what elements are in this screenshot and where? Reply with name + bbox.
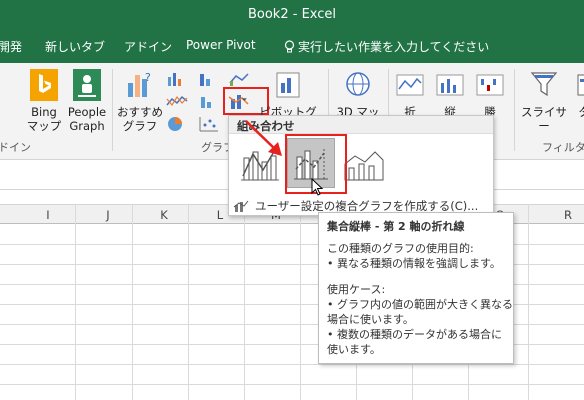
tooltip-usecase-item-cont: 使います。 <box>327 343 381 356</box>
pie-chart-icon[interactable] <box>166 115 188 133</box>
gridline <box>75 204 76 400</box>
sparkline-column-button[interactable]: 縦 <box>430 69 470 119</box>
gridline <box>300 204 301 400</box>
combo-chart-icon[interactable] <box>228 92 254 110</box>
recommended-charts-button[interactable]: ? おすすめ グラフ <box>116 69 164 133</box>
tooltip-purpose-heading: この種類のグラフの使用目的: <box>327 242 474 255</box>
custom-combo-icon <box>233 200 249 212</box>
timeline-button[interactable]: タ <box>572 69 584 119</box>
tooltip-usecase-item-cont: 場合に使います。 <box>327 313 414 326</box>
mouse-cursor-icon <box>311 178 324 196</box>
combo-chart-dropdown: 組み合わせ ユーザー設定の複合グラフを作成する(C)... <box>228 115 494 216</box>
gridline <box>528 204 529 400</box>
hierarchy-chart-icon[interactable] <box>198 71 220 87</box>
bing-maps-button[interactable]: Bing マップ <box>24 69 64 133</box>
recommended-charts-label: おすすめ グラフ <box>117 105 163 133</box>
slicer-label: スライサー <box>521 105 567 133</box>
people-graph-button[interactable]: People Graph <box>64 69 110 133</box>
tab-power-pivot[interactable]: Power Pivot <box>186 38 256 52</box>
column-header[interactable]: J <box>78 208 138 222</box>
window-title: Book2 - Excel <box>247 7 337 22</box>
lightbulb-icon <box>284 40 295 53</box>
sparkline-line-button[interactable]: 折 <box>390 69 430 119</box>
title-bar: Book2 - Excel <box>0 0 584 30</box>
tooltip-title: 集合縦棒 - 第 2 軸の折れ線 <box>327 220 465 233</box>
tab-developer[interactable]: 開発 <box>0 38 22 55</box>
separator <box>514 69 515 151</box>
column-header[interactable]: I <box>18 208 78 222</box>
dropdown-header-label: 組み合わせ <box>237 119 295 133</box>
gridline <box>244 204 245 400</box>
pivot-chart-icon <box>276 72 300 98</box>
gridline <box>0 364 584 365</box>
clustered-column-line-icon <box>241 149 279 181</box>
bing-icon <box>30 69 58 101</box>
column-chart-icon[interactable] <box>166 71 186 87</box>
scatter-chart-icon[interactable] <box>198 115 220 133</box>
recommended-charts-icon: ? <box>128 71 151 97</box>
timeline-icon <box>577 74 584 96</box>
tooltip-usecase-heading: 使用ケース: <box>327 283 386 296</box>
dropdown-header: 組み合わせ <box>229 116 493 134</box>
tooltip-purpose-item: • 異なる種類の情報を強調します。 <box>327 257 501 270</box>
globe-icon <box>346 72 370 96</box>
tell-me-text: 実行したい作業を入力してください <box>298 40 490 54</box>
waterfall-chart-icon[interactable] <box>228 71 252 87</box>
gridline <box>132 204 133 400</box>
ribbon-tabs: 開発 新しいタブ アドイン Power Pivot 実行したい作業を入力してくだ… <box>0 30 584 63</box>
timeline-label: タ <box>572 105 584 119</box>
separator <box>112 69 113 151</box>
create-custom-combo-label: ユーザー設定の複合グラフを作成する(C)... <box>255 199 479 213</box>
group-label-filter: フィルター <box>542 141 584 154</box>
tell-me-box[interactable]: 実行したい作業を入力してください <box>284 38 489 55</box>
column-header[interactable]: K <box>134 208 194 222</box>
slicer-button[interactable]: スライサー <box>516 69 572 133</box>
slicer-icon <box>530 72 558 97</box>
bing-maps-label: Bing マップ <box>26 105 62 133</box>
gridline <box>188 204 189 400</box>
tooltip-usecase-item: • 複数の種類のデータがある場合に <box>327 328 502 341</box>
3d-map-button[interactable]: 3D マッ <box>332 69 384 119</box>
sparkline-winloss-icon <box>476 74 504 96</box>
gridline <box>0 384 584 385</box>
people-graph-label: People Graph <box>67 105 107 133</box>
tooltip-usecase-item: • グラフ内の値の範囲が大きく異なる <box>327 298 513 311</box>
sparkline-line-icon <box>396 74 424 96</box>
svg-text:?: ? <box>145 71 151 84</box>
sparkline-winloss-button[interactable]: 勝 <box>470 69 510 119</box>
tab-addins[interactable]: アドイン <box>124 38 172 55</box>
tab-new-tab[interactable]: 新しいタブ <box>45 38 105 55</box>
group-label-addins: ドイン <box>0 141 31 154</box>
column-header[interactable]: R <box>538 208 584 222</box>
chart-type-tooltip: 集合縦棒 - 第 2 軸の折れ線 この種類のグラフの使用目的: • 異なる種類の… <box>318 212 514 364</box>
line-chart-icon[interactable] <box>166 93 188 109</box>
people-graph-icon <box>73 69 101 101</box>
sparkline-column-icon <box>436 74 464 96</box>
statistic-chart-icon[interactable] <box>198 93 220 109</box>
combo-option-clustered-line[interactable] <box>235 138 283 188</box>
